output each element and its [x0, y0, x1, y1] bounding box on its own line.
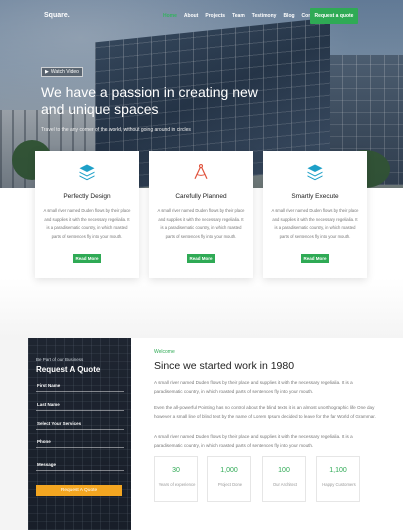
stat-card: 100 Our Architect: [262, 456, 306, 502]
nav-item-home[interactable]: Home: [163, 13, 177, 19]
feature-title: Carefully Planned: [175, 193, 227, 200]
layers-icon: [79, 164, 95, 181]
nav-item-projects[interactable]: Projects: [205, 13, 225, 19]
read-more-button[interactable]: Read More: [73, 254, 101, 263]
watch-video-label: Watch Video: [50, 69, 79, 75]
feature-text: A small river named Duden flows by their…: [271, 208, 359, 239]
feature-card-design: Perfectly Design A small river named Dud…: [35, 151, 139, 278]
quote-kicker: Be Part of our Business: [36, 357, 84, 362]
read-more-button[interactable]: Read More: [301, 254, 329, 263]
field-label: Message: [37, 462, 57, 467]
field-label: Phone: [37, 439, 51, 444]
quote-form-panel: Be Part of our Business Request A Quote …: [28, 338, 131, 530]
feature-text: A small river named Duden flows by their…: [157, 208, 245, 239]
about-kicker: Welcome: [154, 349, 175, 355]
services-select[interactable]: Select Your Services: [36, 418, 124, 430]
feature-text: A small river named Duden flows by their…: [43, 208, 131, 239]
quote-title: Request A Quote: [36, 365, 101, 374]
stat-card: 1,000 Project Done: [207, 456, 251, 502]
request-quote-submit-button[interactable]: Request A Quote: [36, 485, 122, 496]
phone-field[interactable]: Phone: [36, 436, 124, 448]
stat-card: 1,100 Happy Customers: [316, 456, 360, 502]
last-name-field[interactable]: Last Name: [36, 399, 124, 411]
play-icon: ▶: [45, 69, 49, 75]
stat-label: Our Architect: [272, 482, 298, 487]
stat-label: Years of experience: [158, 482, 196, 487]
nav-item-blog[interactable]: Blog: [283, 13, 294, 19]
read-more-button[interactable]: Read More: [187, 254, 215, 263]
stat-number: 30: [172, 467, 180, 474]
hero-title: We have a passion in creating new and un…: [41, 84, 258, 117]
stat-card: 30 Years of experience: [154, 456, 198, 502]
nav-item-about[interactable]: About: [184, 13, 198, 19]
feature-card-execute: Smartly Execute A small river named Dude…: [263, 151, 367, 278]
stat-label: Project Done: [217, 482, 243, 487]
nav-menu: Home About Projects Team Testimony Blog …: [163, 13, 320, 19]
about-paragraph: Even the all-powerful Pointing has no co…: [154, 405, 376, 419]
first-name-field[interactable]: First Name: [36, 380, 124, 392]
stat-number: 1,100: [329, 467, 347, 474]
about-section: Welcome Since we started work in 1980 A …: [131, 338, 403, 530]
feature-title: Perfectly Design: [63, 193, 111, 200]
stat-number: 1,000: [220, 467, 238, 474]
field-label: Select Your Services: [37, 421, 82, 426]
watch-video-button[interactable]: ▶ Watch Video: [41, 67, 83, 77]
about-paragraph: A small river named Duden flows by their…: [154, 434, 353, 448]
feature-title: Smartly Execute: [291, 193, 339, 200]
feature-card-planned: Carefully Planned A small river named Du…: [149, 151, 253, 278]
nav-item-team[interactable]: Team: [232, 13, 245, 19]
site-logo[interactable]: Square.: [44, 12, 70, 19]
navbar: Square. Home About Projects Team Testimo…: [0, 8, 403, 26]
stat-label: Happy Customers: [322, 482, 356, 487]
page: Square. Home About Projects Team Testimo…: [0, 0, 403, 530]
request-quote-button[interactable]: Request a quote: [310, 8, 358, 24]
stat-number: 100: [278, 467, 290, 474]
hero-subtitle: Travel to the any corner of the world, w…: [41, 127, 191, 133]
field-label: Last Name: [37, 402, 60, 407]
field-label: First Name: [37, 383, 61, 388]
about-paragraph: A small river named Duden flows by their…: [154, 380, 353, 394]
about-title: Since we started work in 1980: [154, 360, 295, 372]
nav-item-testimony[interactable]: Testimony: [252, 13, 277, 19]
layers-icon: [307, 164, 323, 181]
message-field[interactable]: Message: [36, 459, 124, 471]
drafting-compass-icon: [194, 163, 208, 180]
section-divider: [0, 278, 403, 338]
